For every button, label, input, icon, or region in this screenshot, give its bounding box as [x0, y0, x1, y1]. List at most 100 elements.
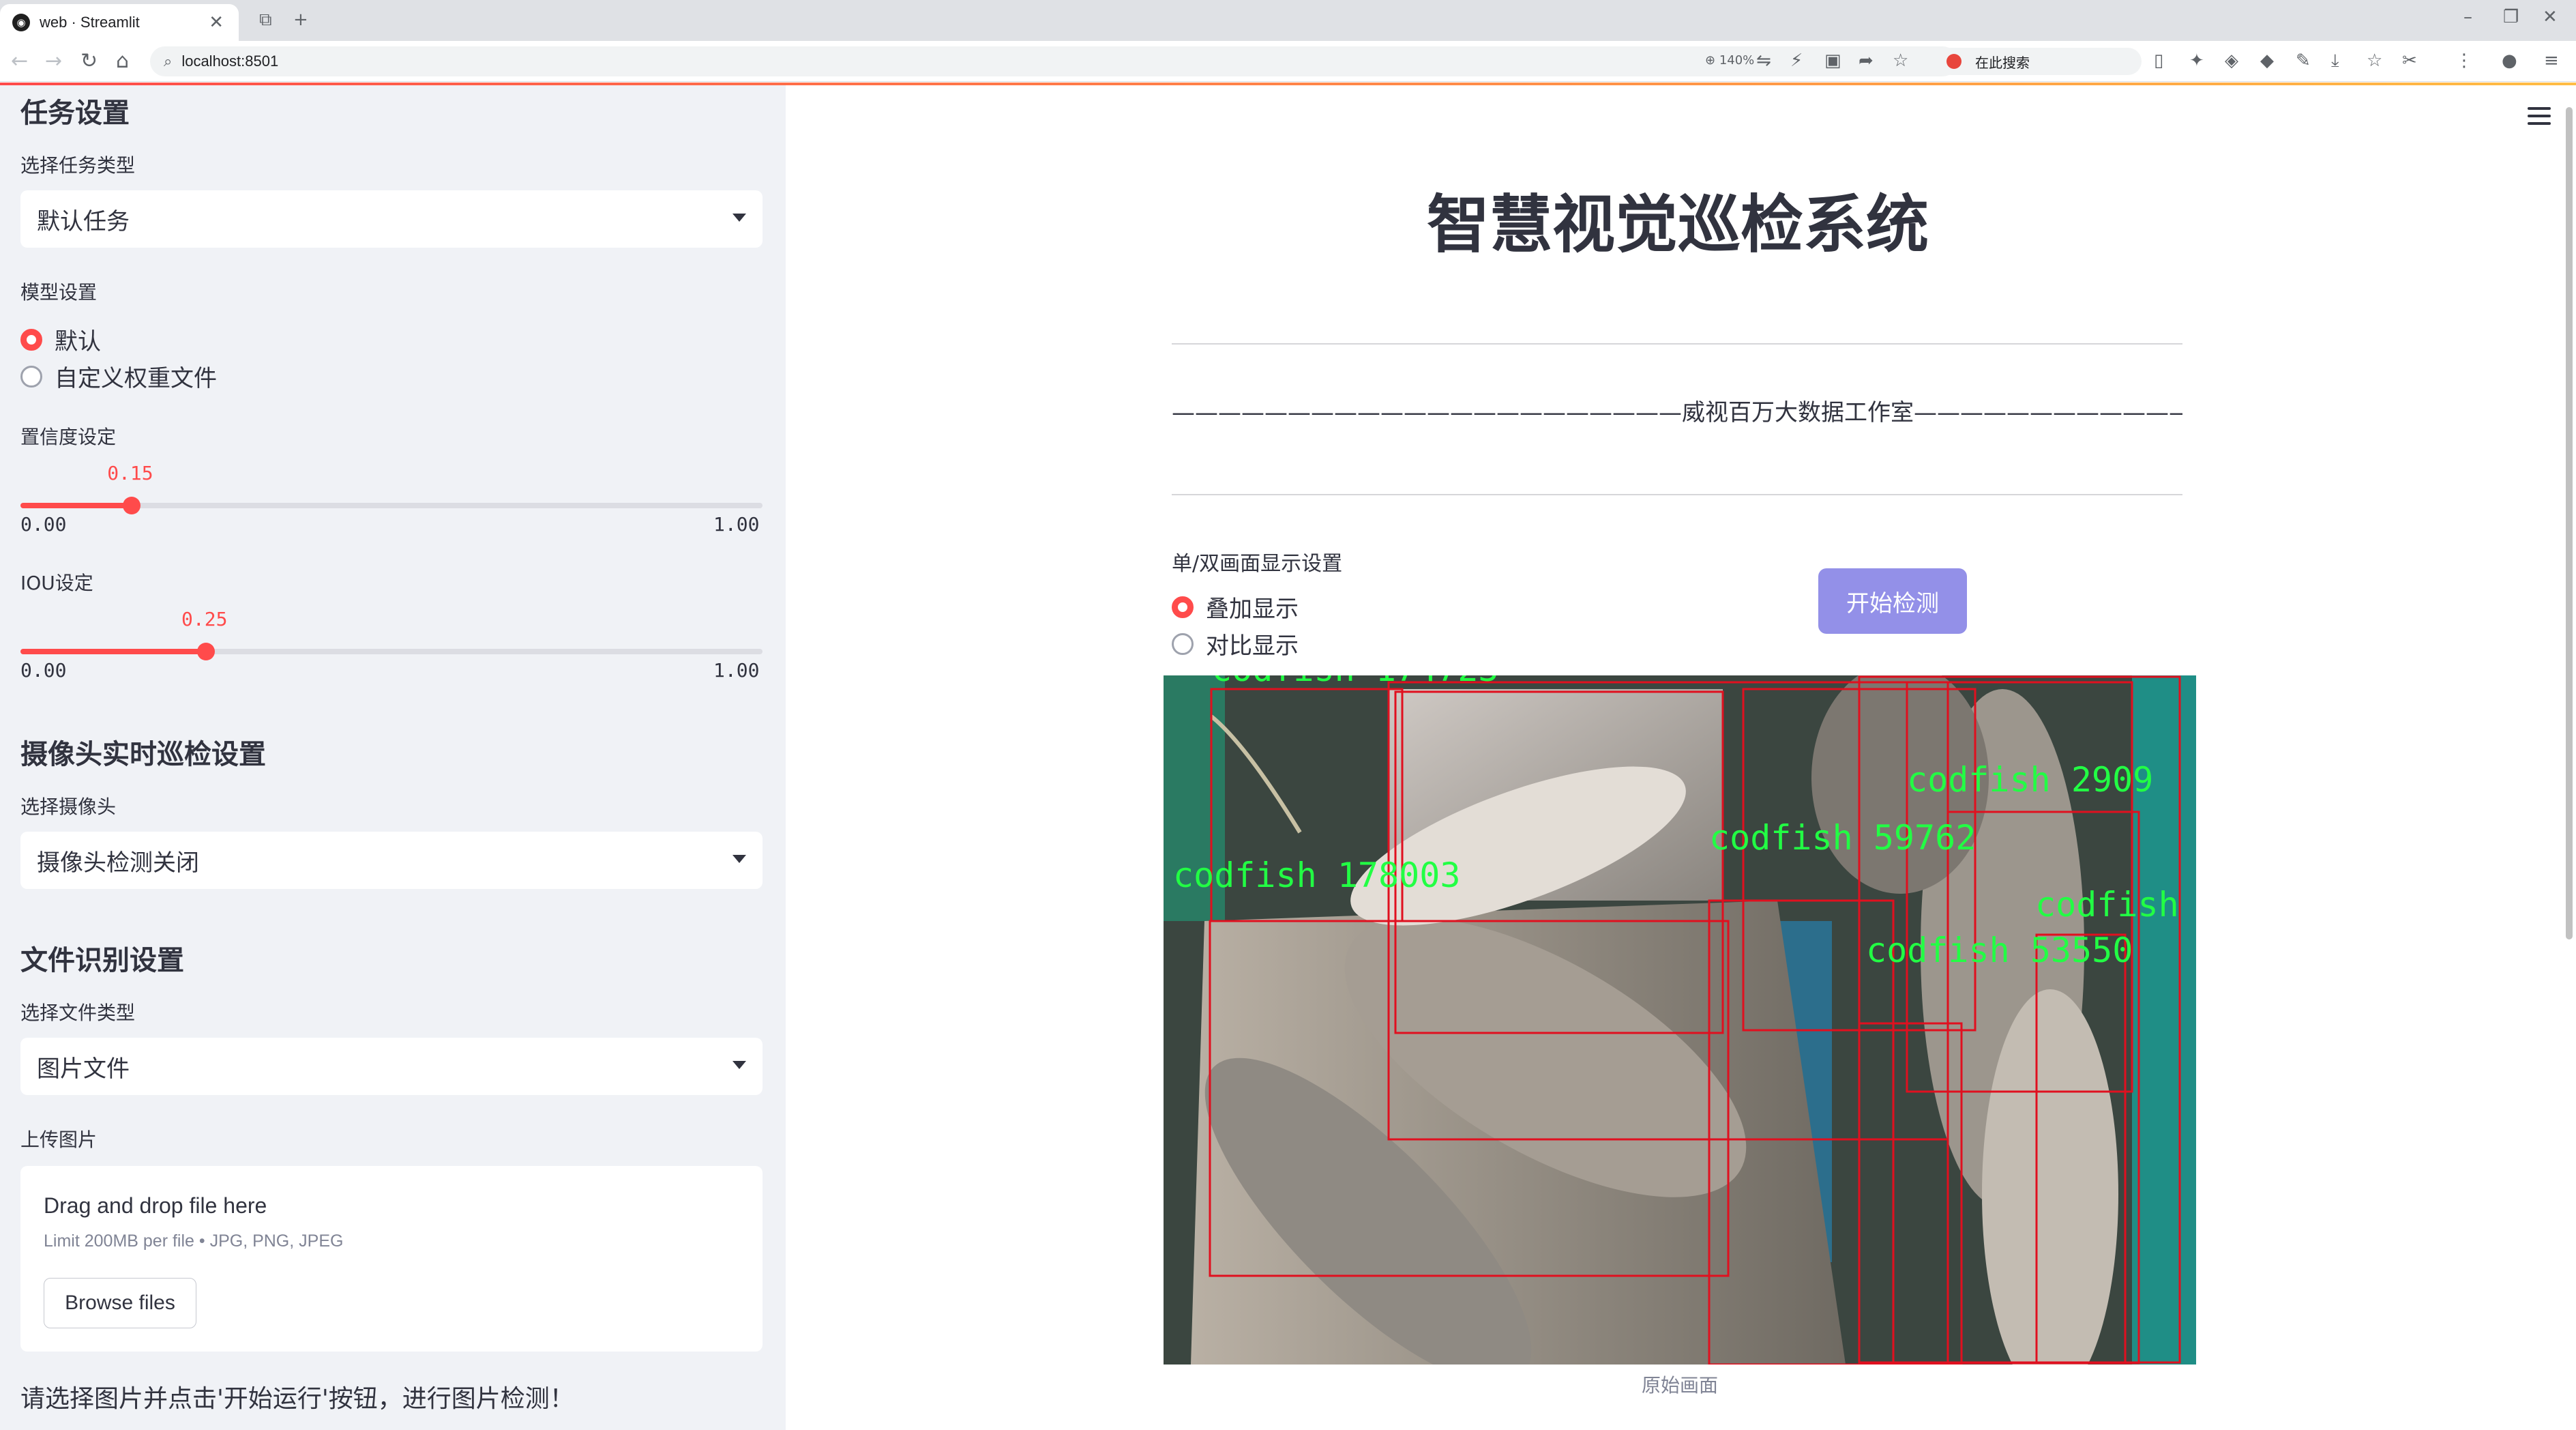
zoom-indicator[interactable]: ⊕ 140%	[1705, 53, 1754, 68]
more-icon[interactable]: ⋮	[2455, 50, 2473, 71]
file-type-select[interactable]: 图片文件	[20, 1038, 763, 1095]
detection-image: codfish 174723 codfish 2909 codfish 5976…	[1164, 675, 2196, 1365]
bolt-icon[interactable]: ⚡	[1790, 50, 1803, 71]
iou-value: 0.25	[181, 608, 228, 630]
search-box[interactable]: 在此搜索	[1937, 48, 2142, 75]
slider-thumb[interactable]	[123, 497, 141, 514]
slider-track[interactable]	[20, 643, 763, 660]
confidence-label: 置信度设定	[20, 426, 117, 448]
extension-icon[interactable]: ✦	[2189, 50, 2204, 71]
chevron-down-icon	[732, 855, 746, 863]
radio-selected[interactable]	[20, 328, 42, 351]
divider	[1172, 343, 2182, 345]
model-radio-default[interactable]: 默认	[20, 323, 763, 356]
start-detection-button[interactable]: 开始检测	[1818, 568, 1967, 634]
display-mode-label: 单/双画面显示设置	[1172, 552, 1343, 576]
detection-label: codfish 2909	[1907, 760, 2153, 800]
task-type-select[interactable]: 默认任务	[20, 190, 763, 248]
home-icon[interactable]: ⌂	[116, 49, 129, 73]
page-subtitle: ——————————————————————威视百万大数据工作室————————…	[1172, 399, 2182, 426]
camera-value: 摄像头检测关闭	[37, 849, 199, 877]
search-engine-icon	[1946, 54, 1961, 69]
capture-icon[interactable]: ▣	[1824, 50, 1841, 71]
slider-fill	[20, 503, 132, 508]
confidence-slider[interactable]: 0.15	[20, 462, 763, 514]
dropzone-title: Drag and drop file here	[44, 1193, 267, 1218]
minimize-icon[interactable]: –	[2463, 7, 2472, 27]
divider	[1172, 494, 2182, 495]
detection-label: codfish 174723	[1211, 675, 1498, 689]
window-close-icon[interactable]: ✕	[2543, 7, 2558, 27]
back-icon[interactable]: ←	[11, 49, 28, 73]
extension-icon[interactable]: ◈	[2225, 50, 2238, 71]
share-icon[interactable]: ➦	[1859, 50, 1874, 71]
favorites-icon[interactable]: ☆	[2367, 50, 2382, 71]
file-heading: 文件识别设置	[20, 945, 184, 976]
bookmark-star-icon[interactable]: ☆	[1893, 50, 1908, 71]
radio-label: 对比显示	[1206, 632, 1299, 660]
iou-min: 0.00	[20, 659, 67, 682]
sidebar: 任务设置 选择任务类型 默认任务 模型设置 默认 自定义权重文件 置信度设定 0…	[0, 85, 786, 1430]
radio-selected[interactable]	[1172, 596, 1194, 618]
new-tab-icon[interactable]: +	[293, 10, 308, 30]
cut-icon[interactable]: ✂	[2402, 50, 2417, 71]
streamlit-favicon-icon: ◉	[12, 14, 30, 31]
display-radio-overlay[interactable]: 叠加显示	[1172, 590, 1299, 624]
avatar[interactable]: ●	[2502, 50, 2517, 71]
search-icon: ⌕	[164, 53, 173, 70]
radio-unselected[interactable]	[1172, 632, 1194, 655]
page-title: 智慧视觉巡检系统	[1426, 188, 1929, 261]
radio-label: 自定义权重文件	[55, 365, 217, 392]
browser-tab[interactable]: ◉ web · Streamlit ✕	[0, 4, 239, 41]
forward-icon[interactable]: →	[45, 49, 62, 73]
confidence-max: 1.00	[713, 513, 760, 536]
extension-icon[interactable]: ◆	[2260, 50, 2274, 71]
slider-track[interactable]	[20, 497, 763, 514]
reader-icon[interactable]: ▯	[2154, 50, 2163, 71]
tab-group-icon[interactable]: ⧉	[259, 10, 272, 31]
display-radio-compare[interactable]: 对比显示	[1172, 627, 1299, 660]
radio-unselected[interactable]	[20, 365, 42, 388]
model-radio-custom[interactable]: 自定义权重文件	[20, 360, 763, 393]
camera-select[interactable]: 摄像头检测关闭	[20, 832, 763, 889]
slider-thumb[interactable]	[197, 643, 215, 660]
detection-label: codfish 59762	[1709, 818, 1976, 858]
radio-label: 叠加显示	[1206, 596, 1299, 623]
zoom-icon: ⊕	[1705, 53, 1716, 68]
model-label: 模型设置	[20, 281, 98, 304]
radio-label: 默认	[55, 328, 101, 355]
chevron-down-icon	[732, 1061, 746, 1069]
restore-icon[interactable]: ❐	[2503, 7, 2519, 27]
file-dropzone[interactable]: Drag and drop file here Limit 200MB per …	[20, 1166, 763, 1352]
task-type-label: 选择任务类型	[20, 154, 136, 177]
hamburger-menu-icon[interactable]	[2528, 107, 2551, 130]
detection-image-canvas: codfish 174723 codfish 2909 codfish 5976…	[1164, 675, 2196, 1365]
file-type-label: 选择文件类型	[20, 1002, 136, 1024]
tab-close-icon[interactable]: ✕	[209, 12, 224, 33]
browse-files-button[interactable]: Browse files	[44, 1278, 196, 1328]
download-icon[interactable]: ⤓	[2331, 50, 2339, 72]
translate-icon[interactable]: ⇋	[1756, 50, 1771, 71]
iou-slider[interactable]: 0.25	[20, 608, 763, 660]
dropzone-limit: Limit 200MB per file • JPG, PNG, JPEG	[44, 1231, 344, 1251]
address-bar[interactable]: ⌕ localhost:8501	[150, 46, 1957, 76]
confidence-value: 0.15	[107, 462, 153, 484]
detection-label: codfish 53550	[1866, 931, 2133, 970]
upload-label: 上传图片	[20, 1128, 98, 1151]
camera-label: 选择摄像头	[20, 796, 117, 818]
search-placeholder: 在此搜索	[1975, 54, 2030, 71]
extension-icon[interactable]: ✎	[2296, 50, 2311, 71]
chevron-down-icon	[732, 214, 746, 222]
image-caption: 原始画面	[1641, 1374, 1718, 1397]
scrollbar[interactable]	[2566, 107, 2573, 939]
footer-hint: 请选择图片并点击'开始运行'按钮，进行图片检测！	[20, 1385, 574, 1413]
iou-max: 1.00	[713, 659, 760, 682]
zoom-level: 140%	[1719, 53, 1755, 68]
menu-icon[interactable]: ≡	[2544, 50, 2559, 71]
slider-fill	[20, 649, 206, 654]
browser-tabbar: ◉ web · Streamlit ✕ ⧉ + – ❐ ✕	[0, 0, 2576, 41]
streamlit-app: 任务设置 选择任务类型 默认任务 模型设置 默认 自定义权重文件 置信度设定 0…	[0, 83, 2576, 1430]
task-heading: 任务设置	[20, 98, 130, 129]
reload-icon[interactable]: ↻	[80, 49, 98, 73]
iou-label: IOU设定	[20, 572, 93, 594]
